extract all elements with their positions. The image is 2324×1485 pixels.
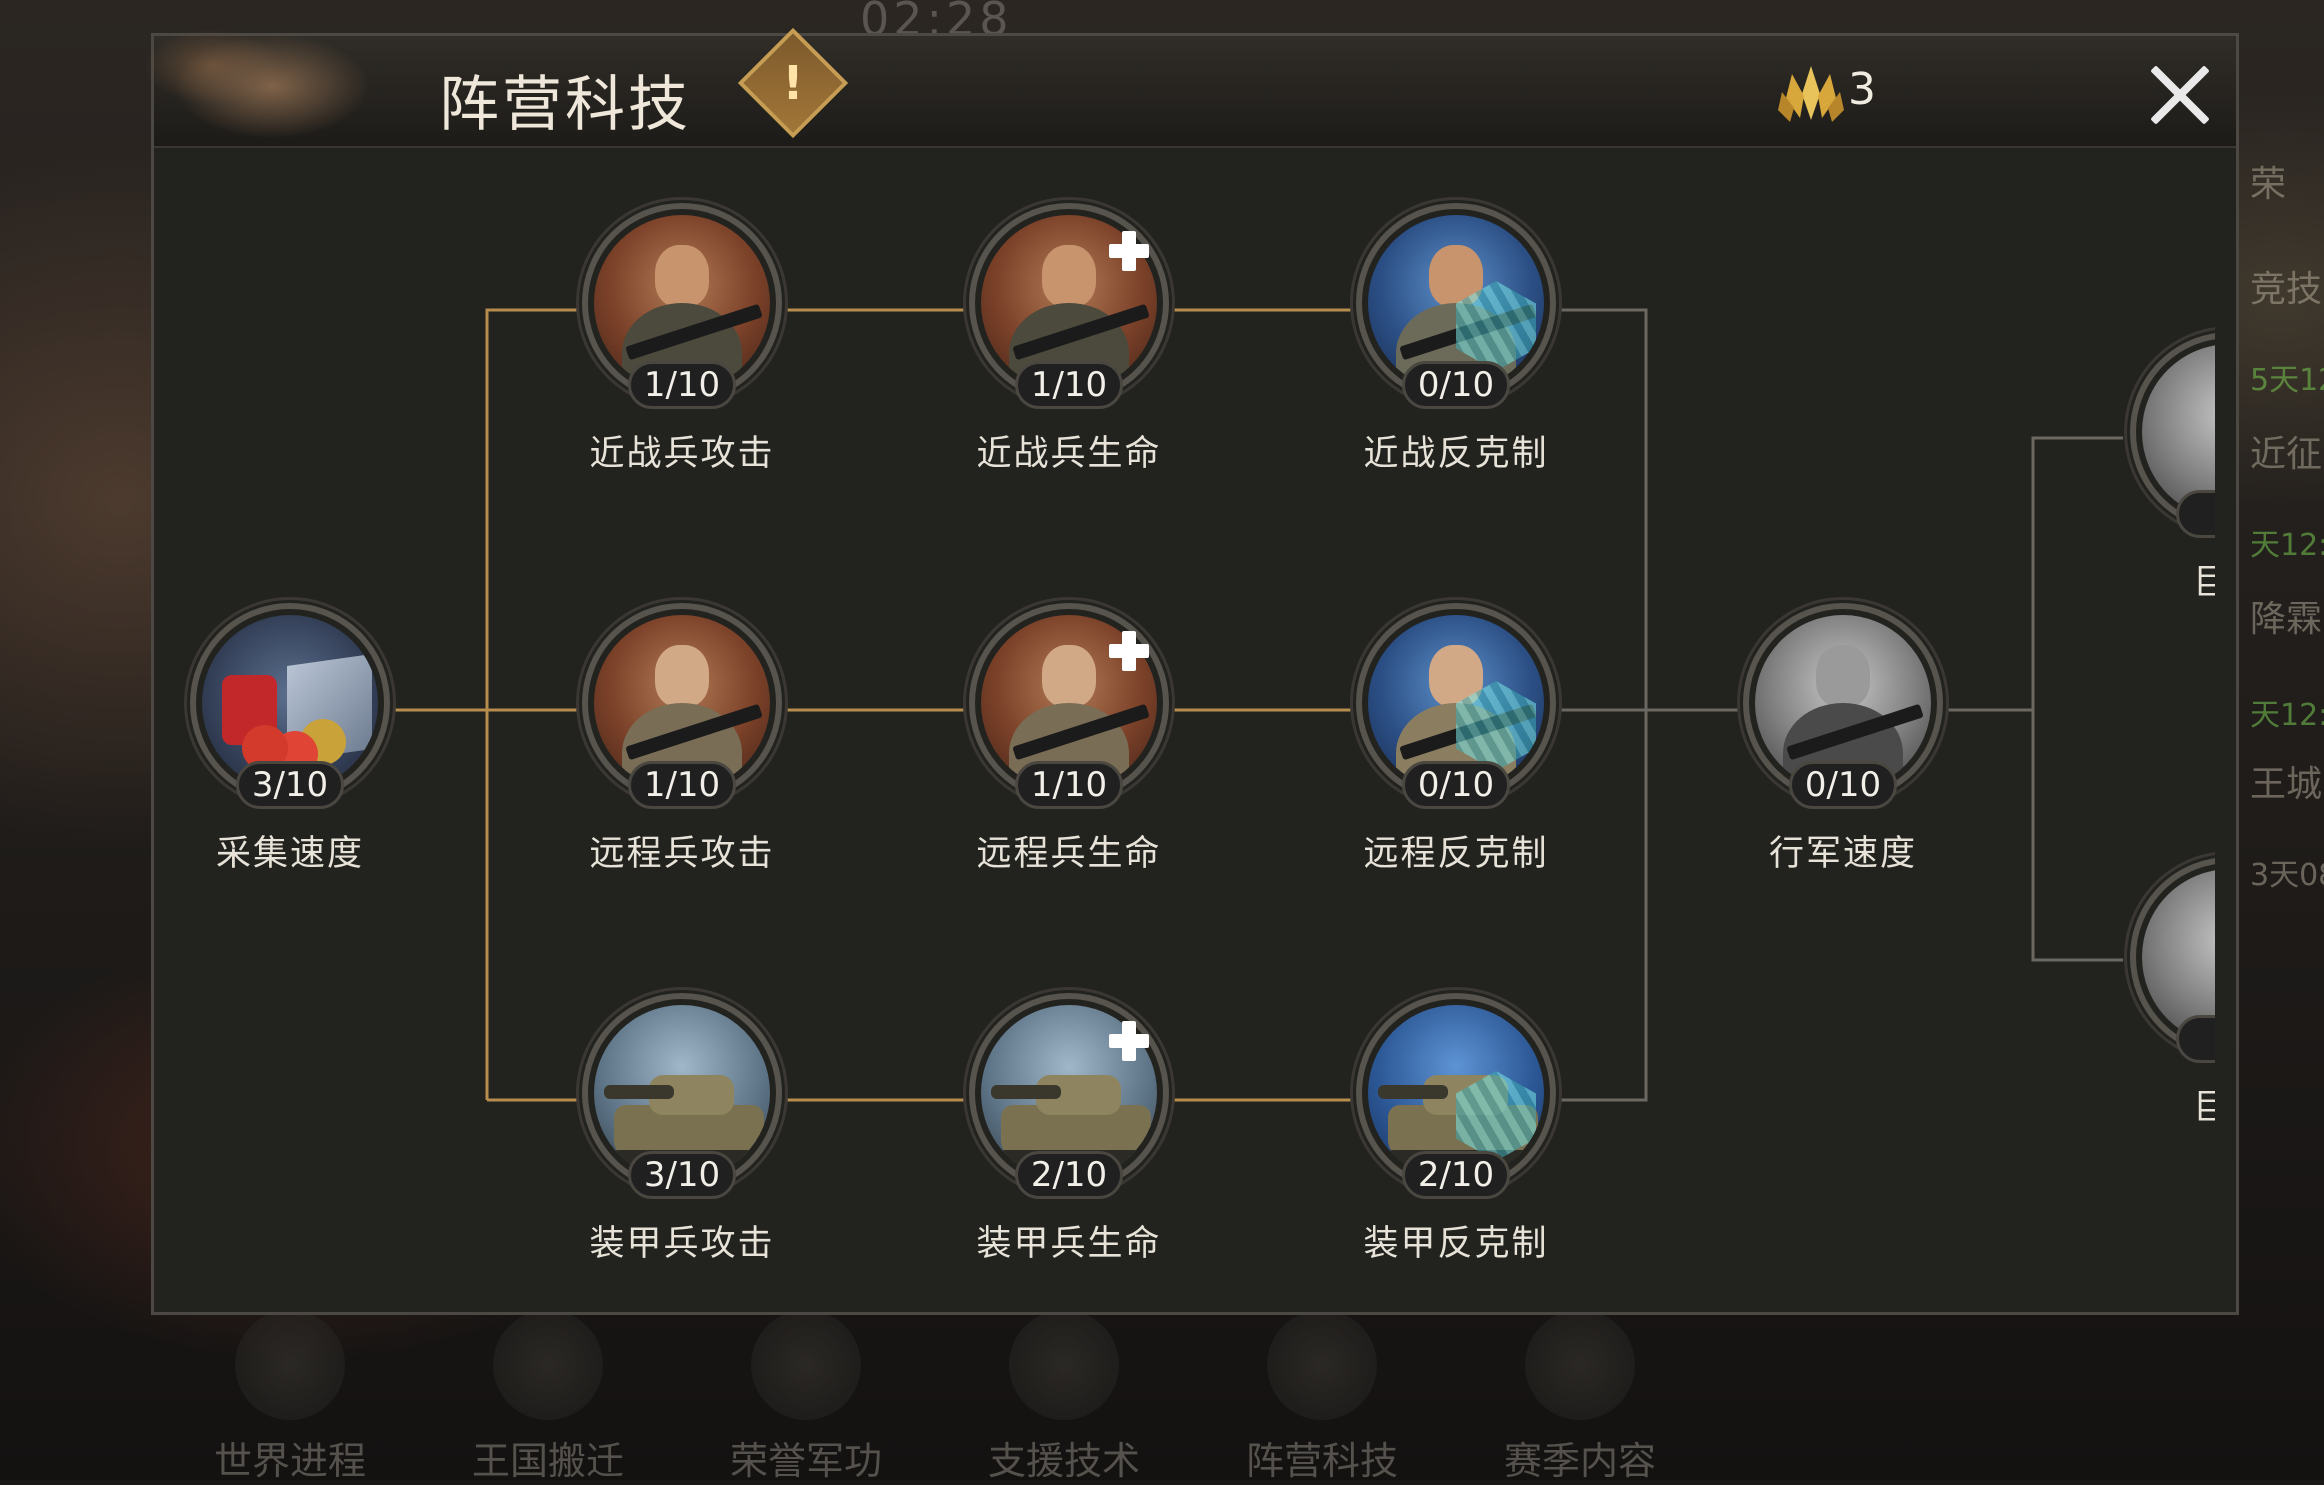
node-name: 装甲兵生命 [976,1224,1162,1264]
node-name: 近战兵生命 [976,434,1162,474]
level-badge: 0/10 [1402,361,1510,409]
tech-node-march-speed[interactable]: 0/10 行军速度 [1733,603,1953,876]
side-label: 3天08 [2250,858,2324,893]
side-label: 王城 [2250,764,2323,805]
node-frame: 1/10 [969,603,1169,809]
tech-node-beast-2[interactable]: 0/ 巨兽 [2120,857,2215,1130]
node-frame: 0/10 [1356,603,1556,809]
crystal-points-icon [1778,66,1844,122]
nav-label: 阵营科技 [1245,1439,1398,1483]
tech-node-ranged-counter[interactable]: 0/10 远程反克制 [1346,603,1566,876]
nav-item-honor-medal[interactable]: 荣誉军功 [696,1310,916,1485]
level-badge: 0/10 [1402,761,1510,809]
level-badge: 0/ [2176,1015,2215,1063]
node-name: 装甲反克制 [1363,1224,1549,1264]
node-name: 巨兽 [2192,1088,2215,1128]
node-frame: 0/ [2130,857,2215,1063]
level-badge: 1/10 [628,361,736,409]
node-frame: 1/10 [582,203,782,409]
node-name: 远程兵生命 [976,834,1162,874]
tech-node-melee-counter[interactable]: 0/10 近战反克制 [1346,203,1566,476]
level-badge: 2/10 [1402,1151,1510,1199]
side-label: 天12: [2250,698,2324,733]
node-name: 巨兽 [2192,563,2215,603]
tech-node-melee-hp[interactable]: 1/10 近战兵生命 [959,203,1179,476]
node-frame: 3/10 [582,993,782,1199]
level-badge: 0/ [2176,490,2215,538]
node-frame: 2/10 [1356,993,1556,1199]
node-name: 行军速度 [1768,834,1917,874]
bottom-nav: 世界进程 王国搬迁 荣誉军功 支援技术 阵营科技 赛季内容 [180,1310,1740,1483]
world-progress-icon [235,1310,345,1420]
panel-header: 阵营科技 3 [142,6,2236,151]
honor-medal-icon [751,1310,861,1420]
tech-node-ranged-hp[interactable]: 1/10 远程兵生命 [959,603,1179,876]
tech-node-armor-counter[interactable]: 2/10 装甲反克制 [1346,993,1566,1266]
node-frame: 1/10 [969,203,1169,409]
level-badge: 3/10 [628,1151,736,1199]
level-badge: 1/10 [1015,761,1123,809]
level-badge: 0/10 [1789,761,1897,809]
node-name: 近战兵攻击 [589,434,775,474]
node-name: 远程兵攻击 [589,834,775,874]
nav-item-support-tech[interactable]: 支援技术 [954,1310,1174,1485]
support-tech-icon [1009,1310,1119,1420]
side-label: 竞技 [2250,269,2323,310]
nav-item-kingdom-relocate[interactable]: 王国搬迁 [438,1310,658,1485]
level-badge: 1/10 [628,761,736,809]
nav-item-faction-tech[interactable]: 阵营科技 [1212,1310,1432,1485]
node-name: 远程反克制 [1363,834,1549,874]
tech-node-ranged-attack[interactable]: 1/10 远程兵攻击 [572,603,792,876]
level-badge: 3/10 [236,761,344,809]
nav-label: 王国搬迁 [471,1439,624,1483]
heal-cross-icon [1105,227,1153,275]
nav-item-world-progress[interactable]: 世界进程 [180,1310,400,1485]
level-badge: 2/10 [1015,1151,1123,1199]
dinosaur-emblem-icon [142,6,442,151]
tech-node-armor-hp[interactable]: 2/10 装甲兵生命 [959,993,1179,1266]
side-label: 5天12 [2250,363,2324,398]
node-name: 近战反克制 [1363,434,1549,474]
side-label: 荣 [2250,164,2287,205]
tech-node-armor-attack[interactable]: 3/10 装甲兵攻击 [572,993,792,1266]
node-frame: 1/10 [582,603,782,809]
nav-label: 世界进程 [213,1439,366,1483]
panel-title: 阵营科技 [439,70,691,140]
side-label: 近征 [2250,434,2323,475]
node-frame: 0/10 [1356,203,1556,409]
season-content-icon [1525,1310,1635,1420]
side-label: 天12: [2250,528,2324,563]
node-frame: 3/10 [190,603,390,809]
tech-node-beast-1[interactable]: 0/ 巨兽 [2120,332,2215,605]
nav-label: 荣誉军功 [729,1439,882,1483]
tech-node-melee-attack[interactable]: 1/10 近战兵攻击 [572,203,792,476]
side-label: 降霖 [2250,599,2323,640]
faction-tech-icon [1267,1310,1377,1420]
close-button[interactable] [2144,60,2214,130]
info-icon[interactable] [737,27,849,139]
nav-item-season-content[interactable]: 赛季内容 [1470,1310,1690,1485]
node-frame: 2/10 [969,993,1169,1199]
kingdom-relocate-icon [493,1310,603,1420]
heal-cross-icon [1105,627,1153,675]
tech-node-gather-speed[interactable]: 3/10 采集速度 [180,603,400,876]
heal-cross-icon [1105,1017,1153,1065]
nav-label: 赛季内容 [1503,1439,1656,1483]
node-frame: 0/ [2130,332,2215,538]
node-name: 装甲兵攻击 [589,1224,775,1264]
nav-label: 支援技术 [987,1439,1140,1483]
node-frame: 0/10 [1743,603,1943,809]
tree-overflow-clip: 0/ 巨兽 0/ 巨兽 [2120,310,2215,1210]
faction-points-count: 3 [1848,64,1876,115]
level-badge: 1/10 [1015,361,1123,409]
node-name: 采集速度 [215,834,364,874]
